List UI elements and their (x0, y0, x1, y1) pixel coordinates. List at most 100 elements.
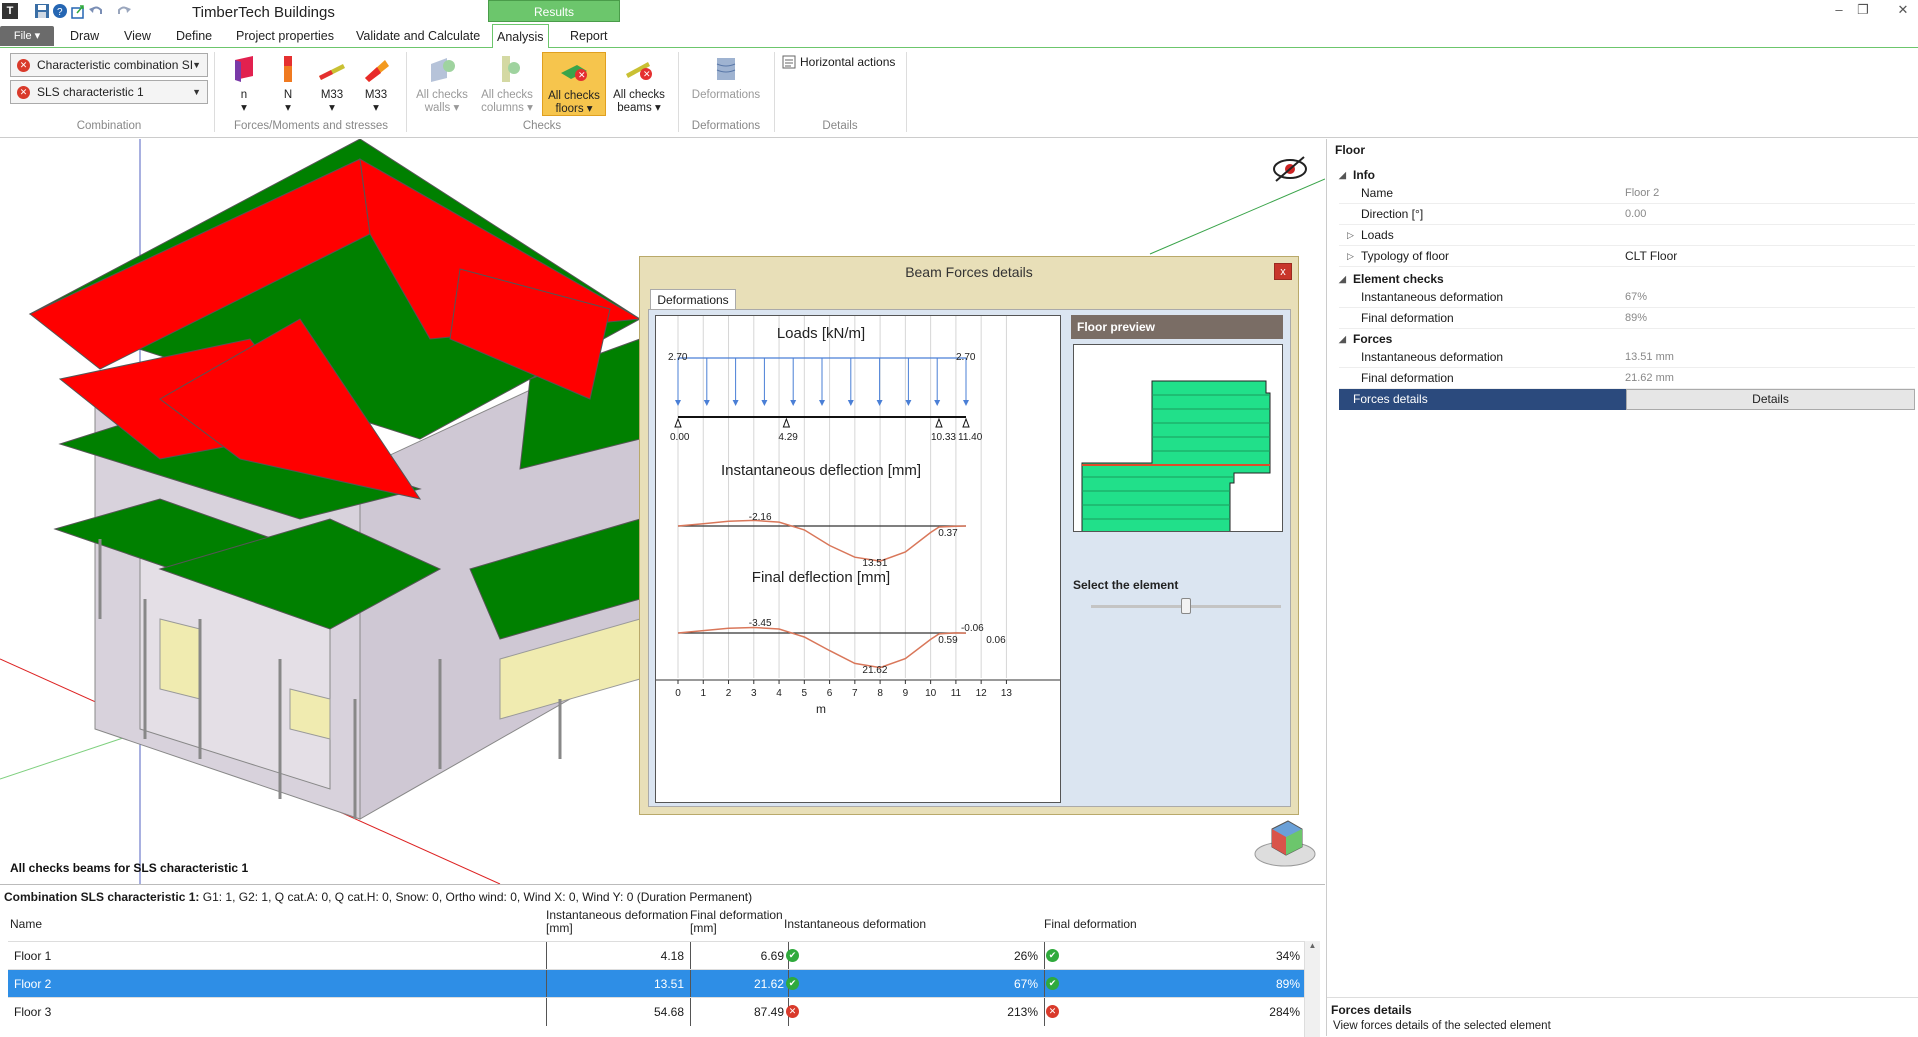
table-scrollbar[interactable]: ▲ (1304, 941, 1320, 1037)
moment-m33-beam-icon (319, 64, 345, 80)
header-instantaneous-mm[interactable]: Instantaneous deformation [mm] (546, 909, 688, 935)
table-row[interactable]: Floor 1 4.18 6.69 ✔ 26% ✔ 34% (8, 941, 1304, 970)
dialog-body: Loads [kN/m] 2.70 2.70 0.00 4.29 10.33 11.40 In… (648, 309, 1291, 807)
property-label: Instantaneous deformation (1361, 290, 1504, 304)
all-checks-beams-button[interactable]: ✕ All checks beams ▾ (610, 52, 668, 116)
visibility-eye-icon[interactable] (1273, 156, 1307, 182)
property-instantaneous-check[interactable]: Instantaneous deformation 67% (1339, 287, 1915, 308)
n-force-button[interactable]: n ▾ (222, 52, 266, 116)
tab-project-properties[interactable]: Project properties (232, 24, 338, 48)
floor-preview-title: Floor preview (1071, 315, 1283, 339)
tab-validate-and-calculate[interactable]: Validate and Calculate (352, 24, 484, 48)
save-icon[interactable] (34, 3, 50, 19)
beam-check-icon: ✕ (626, 62, 652, 80)
property-value: 0.00 (1625, 208, 1647, 220)
header-final-pct[interactable]: Final deformation (1044, 918, 1137, 931)
results-table-panel: Combination SLS characteristic 1: G1: 1,… (0, 884, 1325, 1037)
property-label: Forces details (1353, 392, 1428, 406)
x-axis-tick-label: 9 (903, 688, 909, 699)
m33-beam-button[interactable]: M33 ▾ (312, 52, 352, 116)
group-separator (906, 52, 907, 132)
group-label-deformations: Deformations (691, 120, 761, 132)
all-checks-walls-button[interactable]: All checks walls ▾ (412, 52, 472, 116)
load-value-label: 2.70 (668, 352, 688, 363)
deflection-title: Instantaneous deflection [mm] (721, 462, 921, 479)
header-instantaneous-pct[interactable]: Instantaneous deformation (784, 918, 926, 931)
ribbon: ✕ Characteristic combination SI ▼ ✕ SLS … (0, 48, 1918, 138)
walls-label-2: walls (424, 102, 451, 114)
property-direction[interactable]: Direction [°] 0.00 (1339, 204, 1915, 225)
row-final-mm: 6.69 (760, 949, 784, 963)
load-arrowhead (847, 400, 854, 406)
row-inst-pct: 67% (1013, 977, 1038, 991)
property-final-deformation[interactable]: Final deformation 21.62 mm (1339, 368, 1915, 389)
combination-type-select[interactable]: ✕ Characteristic combination SI ▼ (10, 53, 208, 77)
load-arrowhead (819, 400, 825, 406)
property-value: CLT Floor (1625, 249, 1678, 263)
expand-triangle-icon[interactable]: ▷ (1347, 225, 1354, 246)
all-checks-floors-button[interactable]: ✕ All checks floors ▾ (542, 52, 606, 116)
scroll-up-icon[interactable]: ▲ (1305, 941, 1320, 950)
combination-summary: Combination SLS characteristic 1: G1: 1,… (4, 890, 752, 904)
deflection-label: 0.37 (938, 528, 958, 539)
horizontal-actions-button[interactable]: Horizontal actions (780, 53, 895, 71)
undo-icon[interactable] (88, 3, 104, 19)
table-row-selected[interactable]: Floor 2 13.51 21.62 ✔ 67% ✔ 89% (8, 969, 1304, 998)
support-label: 4.29 (778, 432, 798, 443)
deformations-button[interactable]: Deformations (684, 52, 768, 116)
property-typology[interactable]: ▷ Typology of floor CLT Floor (1339, 246, 1915, 267)
file-menu-button[interactable]: File ▾ (0, 26, 54, 46)
floor-plan-drawing (1081, 380, 1271, 554)
tab-view[interactable]: View (120, 24, 155, 48)
export-icon[interactable] (70, 3, 86, 19)
property-loads[interactable]: ▷ Loads (1339, 225, 1915, 246)
property-name[interactable]: Name Floor 2 (1339, 183, 1915, 204)
property-final-check[interactable]: Final deformation 89% (1339, 308, 1915, 329)
walls-label-1: All checks (416, 89, 468, 101)
details-button[interactable]: Details (1626, 389, 1915, 410)
m33-beam-label: M33 (320, 89, 344, 101)
menu-bar: File ▾ Draw View Define Project properti… (0, 24, 1918, 49)
minimize-button[interactable]: – (1828, 2, 1850, 20)
sls-combination-select[interactable]: ✕ SLS characteristic 1 ▼ (10, 80, 208, 104)
stress-n-icon (235, 56, 253, 82)
header-name[interactable]: Name (10, 918, 42, 931)
element-slider-thumb[interactable] (1181, 598, 1191, 614)
help-icon[interactable]: ? (52, 3, 68, 19)
dialog-title[interactable]: Beam Forces details (640, 257, 1298, 287)
view-cube-icon[interactable] (1254, 820, 1316, 867)
header-final-mm[interactable]: Final deformation [mm] (690, 909, 783, 935)
all-checks-columns-button[interactable]: All checks columns ▾ (476, 52, 538, 116)
N-force-button[interactable]: N ▾ (270, 52, 306, 116)
property-forces-details[interactable]: Forces details Details (1339, 389, 1915, 410)
property-value: Floor 2 (1625, 187, 1660, 199)
results-context-tab: Results (488, 0, 620, 22)
table-row[interactable]: Floor 3 54.68 87.49 ✕ 213% ✕ 284% (8, 997, 1304, 1026)
dialog-close-button[interactable]: x (1274, 263, 1292, 280)
beam-forces-dialog: Beam Forces details x Deformations Loads… (639, 256, 1299, 815)
property-label: Final deformation (1361, 311, 1454, 325)
deflection-title: Final deflection [mm] (752, 569, 890, 586)
tab-analysis[interactable]: Analysis (492, 24, 549, 49)
load-arrowhead (732, 400, 739, 406)
load-arrowhead (963, 400, 969, 406)
restore-button[interactable]: ❐ (1852, 2, 1874, 20)
row-inst-mm: 13.51 (653, 977, 684, 991)
redo-icon[interactable] (116, 3, 132, 19)
tab-draw[interactable]: Draw (66, 24, 103, 48)
tab-deformations[interactable]: Deformations (650, 289, 736, 310)
row-final-pct: 284% (1269, 1005, 1300, 1019)
wall-check-icon (431, 58, 455, 82)
property-instantaneous-deformation[interactable]: Instantaneous deformation 13.51 mm (1339, 347, 1915, 368)
load-arrowhead (876, 400, 883, 406)
row-name: Floor 3 (14, 1005, 52, 1019)
m33-surface-button[interactable]: M33 ▾ (356, 52, 396, 116)
deflection-label: 21.62 (862, 665, 887, 676)
tab-define[interactable]: Define (172, 24, 216, 48)
property-label: Direction [°] (1361, 207, 1424, 221)
expand-triangle-icon[interactable]: ▷ (1347, 246, 1354, 267)
tab-report[interactable]: Report (566, 24, 612, 48)
group-separator (214, 52, 215, 132)
support-label: 11.40 (958, 432, 983, 443)
close-window-button[interactable]: ✕ (1892, 2, 1914, 20)
